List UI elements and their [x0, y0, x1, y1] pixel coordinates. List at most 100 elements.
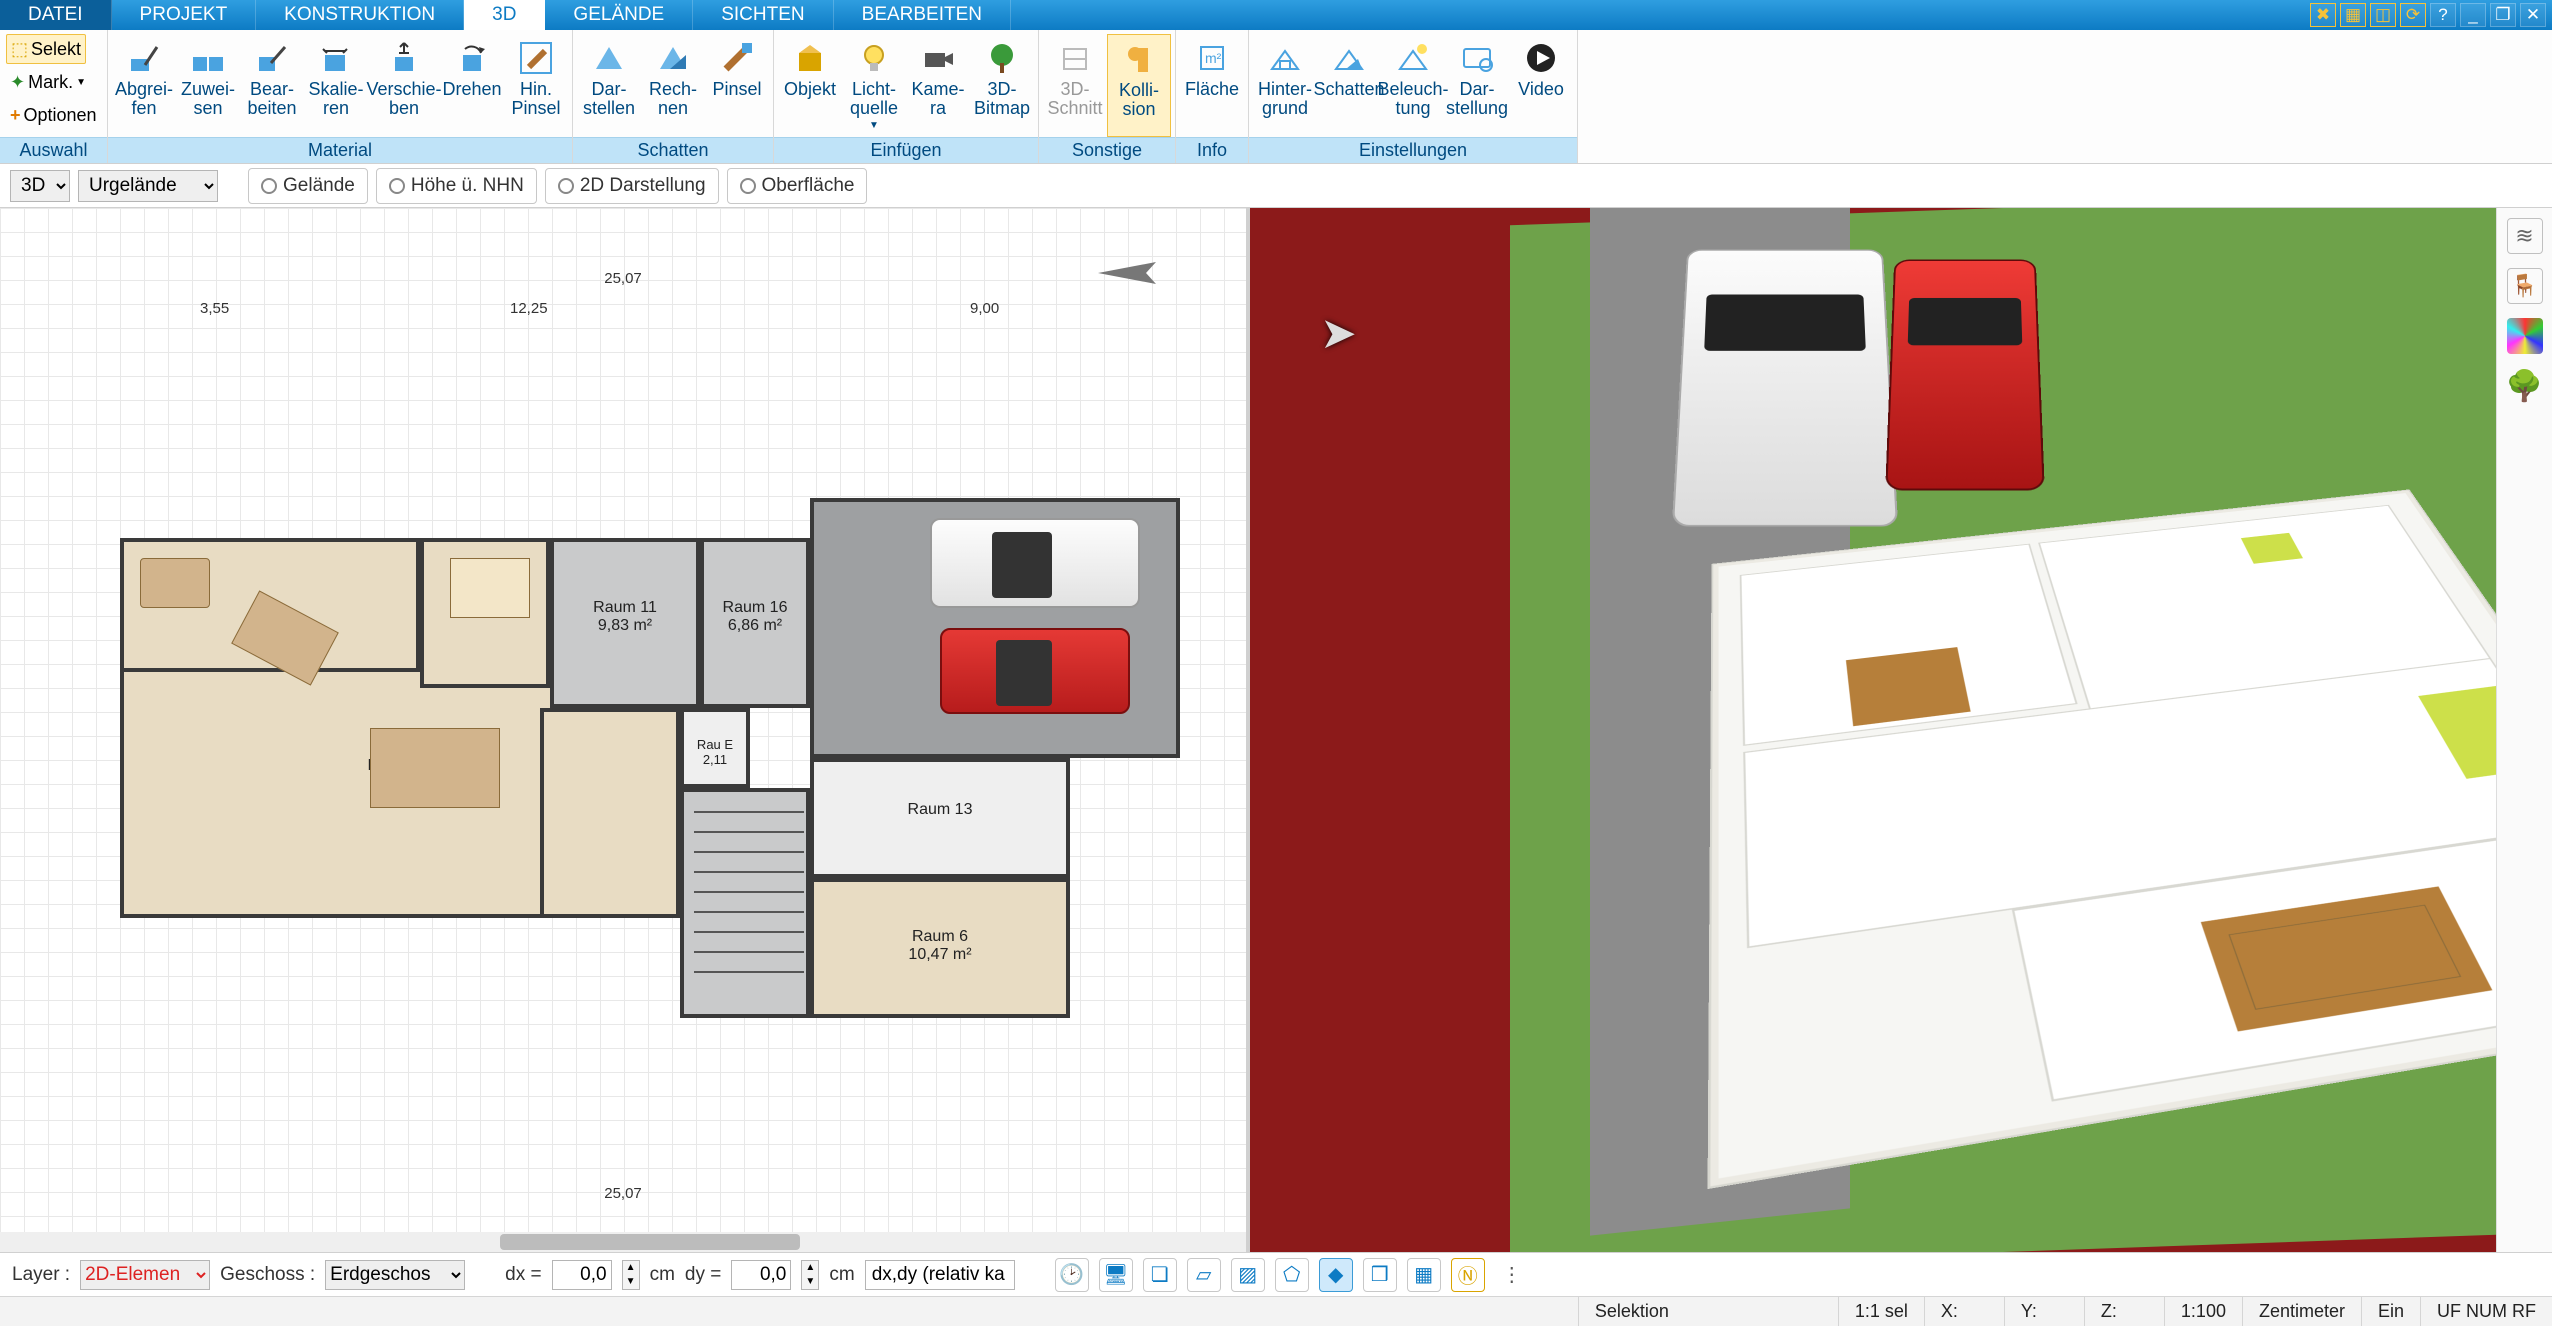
close-icon[interactable]: ✕	[2520, 3, 2546, 27]
insert-light-button[interactable]: Licht- quelle▼	[842, 34, 906, 137]
help-icon[interactable]: ?	[2430, 3, 2456, 27]
north-indicator-3d: ➤	[1320, 308, 1357, 359]
work-area: 25,07 3,55 12,25 9,00 Raum 14 Raum 15 Ra…	[0, 208, 2552, 1252]
collision-button[interactable]: Kolli- sion	[1107, 34, 1171, 137]
shadow-display-button[interactable]: Dar- stellen	[577, 34, 641, 137]
status-bar: Selektion 1:1 sel X: Y: Z: 1:100 Zentime…	[0, 1296, 2552, 1326]
gear-icon	[558, 178, 574, 194]
insert-3dbitmap-button[interactable]: 3D- Bitmap	[970, 34, 1034, 137]
group-info: Info	[1176, 137, 1248, 163]
status-selektion: Selektion	[1579, 1297, 1839, 1326]
minimize-icon[interactable]: _	[2460, 3, 2486, 27]
palette-icon[interactable]	[2507, 318, 2543, 354]
background-brush-button[interactable]: Hin. Pinsel	[504, 34, 568, 137]
hint-input[interactable]	[865, 1260, 1015, 1290]
status-y: Y:	[2005, 1297, 2085, 1326]
edit-material-button[interactable]: Bear- beiten	[240, 34, 304, 137]
status-ein: Ein	[2362, 1297, 2421, 1326]
cube-icon[interactable]: ❒	[1363, 1258, 1397, 1292]
layers-icon[interactable]: ≋	[2507, 218, 2543, 254]
status-sel: 1:1 sel	[1839, 1297, 1925, 1326]
clock-icon[interactable]: 🕑	[1055, 1258, 1089, 1292]
terrain-select[interactable]: Urgelände	[78, 170, 218, 202]
window-icon[interactable]: ◫	[2370, 3, 2396, 27]
assign-material-button[interactable]: Zuwei- sen	[176, 34, 240, 137]
video-button[interactable]: Video	[1509, 34, 1573, 137]
package-icon[interactable]: ▦	[2340, 3, 2366, 27]
gear-icon	[389, 178, 405, 194]
bottom-toolbar: Layer : 2D-Elemen Geschoss : Erdgeschos …	[0, 1252, 2552, 1296]
geschoss-select[interactable]: Erdgeschos	[325, 1260, 465, 1290]
poly-icon[interactable]: ⬠	[1275, 1258, 1309, 1292]
insert-object-button[interactable]: Objekt	[778, 34, 842, 137]
chip-oberflaeche[interactable]: Oberfläche	[727, 168, 868, 204]
lighting-settings-button[interactable]: Beleuch- tung	[1381, 34, 1445, 137]
sofa	[140, 558, 210, 608]
shadow-brush-button[interactable]: Pinsel	[705, 34, 769, 137]
move-material-button[interactable]: Verschie- ben	[368, 34, 440, 137]
2d-viewport[interactable]: 25,07 3,55 12,25 9,00 Raum 14 Raum 15 Ra…	[0, 208, 1250, 1252]
dy-input[interactable]	[731, 1260, 791, 1290]
titlebar-sysicons: ✖ ▦ ◫ ⟳ ? _ ❐ ✕	[2310, 0, 2552, 30]
menu-terrain[interactable]: GELÄNDE	[545, 0, 693, 30]
rotate-material-button[interactable]: Drehen	[440, 34, 504, 137]
menu-construction[interactable]: KONSTRUKTION	[256, 0, 464, 30]
room-e: Rau E 2,11	[680, 708, 750, 788]
chair-icon[interactable]: 🪑	[2507, 268, 2543, 304]
pick-material-button[interactable]: Abgrei- fen	[112, 34, 176, 137]
north-icon[interactable]: Ⓝ	[1451, 1258, 1485, 1292]
shadow-calc-button[interactable]: Rech- nen	[641, 34, 705, 137]
restore-icon[interactable]: ❐	[2490, 3, 2516, 27]
area-info-button[interactable]: m²Fläche	[1180, 34, 1244, 137]
gear-icon	[261, 178, 277, 194]
monitor-icon[interactable]: 🖥	[1099, 1258, 1133, 1292]
trowel-icon[interactable]: ▱	[1187, 1258, 1221, 1292]
layers2-icon[interactable]: ❏	[1143, 1258, 1177, 1292]
menu-file[interactable]: DATEI	[0, 0, 112, 30]
background-settings-button[interactable]: Hinter- grund	[1253, 34, 1317, 137]
room-13: Raum 13	[810, 758, 1070, 878]
status-flags: UF NUM RF	[2421, 1297, 2552, 1326]
menu-views[interactable]: SICHTEN	[693, 0, 833, 30]
3d-viewport[interactable]: ➤	[1250, 208, 2496, 1252]
tree-icon[interactable]: 🌳	[2507, 368, 2543, 404]
group-einstellungen: Einstellungen	[1249, 137, 1577, 163]
more-icon[interactable]: ⋮	[1495, 1258, 1529, 1292]
2d-hscrollbar[interactable]	[0, 1232, 1246, 1252]
display-settings-button[interactable]: Dar- stellung	[1445, 34, 1509, 137]
status-unit: Zentimeter	[2243, 1297, 2362, 1326]
chip-gelaende[interactable]: Gelände	[248, 168, 368, 204]
menu-project[interactable]: PROJEKT	[112, 0, 257, 30]
insert-camera-button[interactable]: Kame- ra	[906, 34, 970, 137]
dx-input[interactable]	[552, 1260, 612, 1290]
ribbon: ⬚Selekt ✦Mark.▼ +Optionen Auswahl Abgrei…	[0, 30, 2552, 164]
layer-select[interactable]: 2D-Elemen	[80, 1260, 210, 1290]
status-x: X:	[1925, 1297, 2005, 1326]
chip-2d-darstellung[interactable]: 2D Darstellung	[545, 168, 719, 204]
3d-section-button[interactable]: 3D- Schnitt	[1043, 34, 1107, 137]
view-subbar: 3D Urgelände Gelände Höhe ü. NHN 2D Dars…	[0, 164, 2552, 208]
tool-icon[interactable]: ✖	[2310, 3, 2336, 27]
plane-icon[interactable]: ◆	[1319, 1258, 1353, 1292]
room-6: Raum 6 10,47 m²	[810, 878, 1070, 1018]
dim-overall-bottom: 25,07	[604, 1185, 642, 1202]
right-sidetools: ≋ 🪑 🌳	[2496, 208, 2552, 1252]
select-tool[interactable]: ⬚Selekt	[6, 34, 86, 64]
mark-tool[interactable]: ✦Mark.▼	[6, 67, 90, 97]
menu-3d[interactable]: 3D	[464, 0, 545, 30]
room-11: Raum 11 9,83 m²	[550, 538, 700, 708]
hatch-icon[interactable]: ▨	[1231, 1258, 1265, 1292]
group-einfuegen: Einfügen	[774, 137, 1038, 163]
menu-edit[interactable]: BEARBEITEN	[834, 0, 1011, 30]
viewmode-select[interactable]: 3D	[10, 170, 70, 202]
chip-hoehe[interactable]: Höhe ü. NHN	[376, 168, 537, 204]
options-tool[interactable]: +Optionen	[6, 100, 101, 130]
refresh-icon[interactable]: ⟳	[2400, 3, 2426, 27]
shadow-settings-button[interactable]: Schatten	[1317, 34, 1381, 137]
grid-icon[interactable]: ▦	[1407, 1258, 1441, 1292]
scale-material-button[interactable]: Skalie- ren	[304, 34, 368, 137]
dy-spinner[interactable]: ▲▼	[801, 1260, 819, 1290]
dining-table	[370, 728, 500, 808]
car-white-3d	[1672, 249, 1898, 526]
dx-spinner[interactable]: ▲▼	[622, 1260, 640, 1290]
